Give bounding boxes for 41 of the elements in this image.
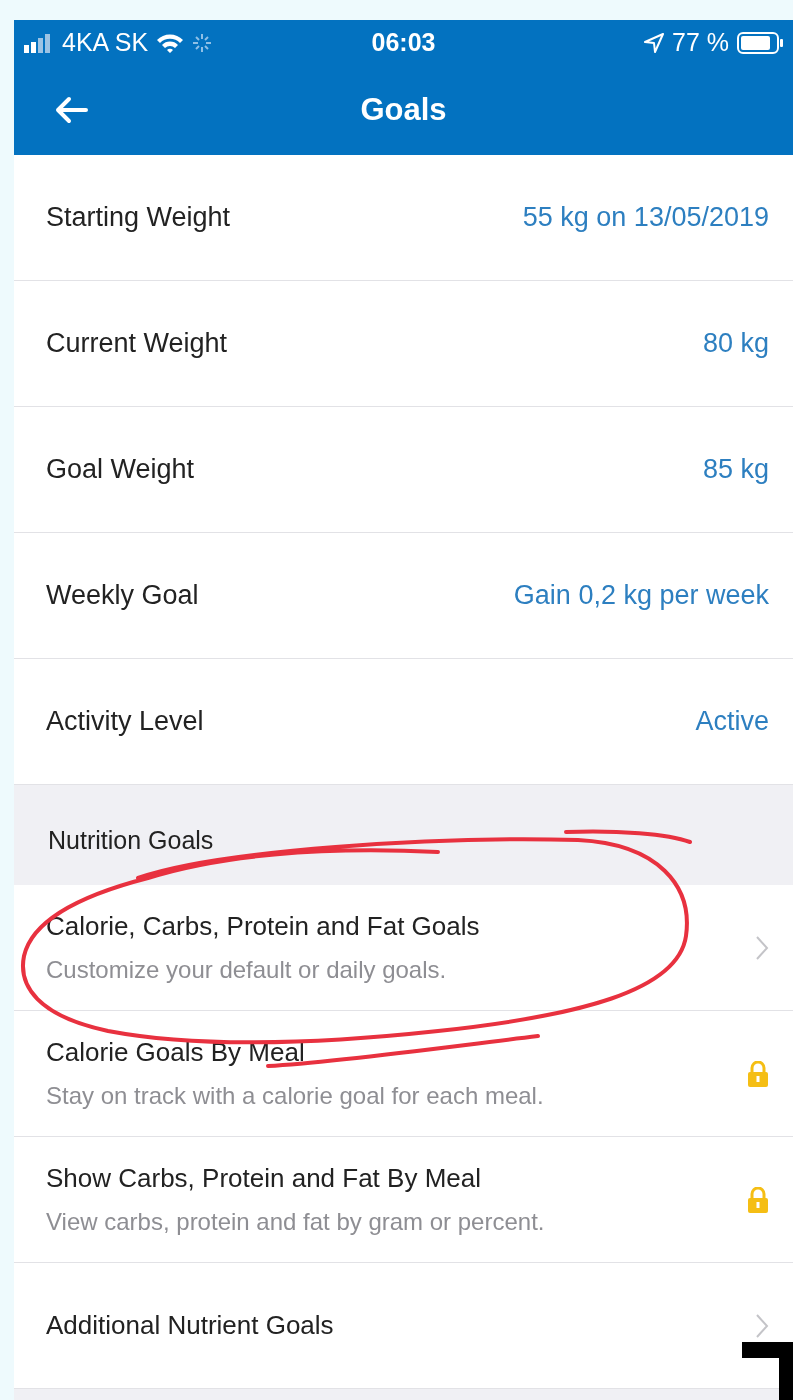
nutrition-goal-row[interactable]: Additional Nutrient Goals: [14, 1263, 793, 1389]
settings-row[interactable]: Weekly Goal Gain 0,2 kg per week: [14, 533, 793, 659]
row-subtitle: Stay on track with a calorie goal for each meal.: [46, 1081, 544, 1111]
lock-icon: [747, 1186, 769, 1213]
settings-row[interactable]: Activity Level Active: [14, 659, 793, 785]
chevron-right-icon: [755, 1312, 769, 1339]
row-value: Active: [695, 705, 769, 739]
location-arrow-icon: [644, 32, 664, 53]
settings-row[interactable]: Starting Weight 55 kg on 13/05/2019: [14, 155, 793, 281]
row-label: Starting Weight: [46, 201, 231, 235]
row-title: Calorie Goals By Meal: [46, 1036, 306, 1069]
row-label: Activity Level: [46, 705, 204, 739]
status-time: 06:03: [371, 26, 436, 58]
corner-mark: [742, 1342, 793, 1400]
row-subtitle: Customize your default or daily goals.: [46, 955, 448, 985]
activity-spinner-icon: [192, 32, 213, 53]
row-value: Gain 0,2 kg per week: [513, 579, 769, 613]
row-title: Calorie, Carbs, Protein and Fat Goals: [46, 910, 480, 943]
settings-row[interactable]: Goal Weight 85 kg: [14, 407, 793, 533]
row-title: Show Carbs, Protein and Fat By Meal: [46, 1162, 482, 1195]
battery-percent: 77 %: [672, 26, 729, 58]
section-header: Nutrition Goals: [47, 824, 215, 856]
wifi-icon: [156, 32, 185, 53]
nutrition-goal-row[interactable]: Calorie Goals By Meal Stay on track with a calorie goal for each meal.: [14, 1011, 793, 1137]
screen-title: Goals: [360, 90, 447, 129]
nutrition-goal-row[interactable]: Calorie, Carbs, Protein and Fat Goals Customize your default or daily goals.: [14, 885, 793, 1011]
row-value: 85 kg: [702, 453, 769, 487]
lock-icon: [747, 1060, 769, 1087]
battery-icon: [737, 31, 783, 54]
row-title: Additional Nutrient Goals: [46, 1309, 334, 1342]
row-label: Weekly Goal: [46, 579, 199, 613]
back-arrow-icon: [54, 96, 88, 124]
carrier-name: 4KA SK: [62, 26, 149, 58]
row-label: Current Weight: [46, 327, 228, 361]
nutrition-goal-row[interactable]: Show Carbs, Protein and Fat By Meal View carbs, protein and fat by gram or percent.: [14, 1137, 793, 1263]
row-value: 55 kg on 13/05/2019: [522, 201, 769, 235]
row-value: 80 kg: [702, 327, 769, 361]
row-label: Goal Weight: [46, 453, 195, 487]
chevron-right-icon: [755, 934, 769, 961]
row-subtitle: View carbs, protein and fat by gram or percent.: [46, 1207, 545, 1237]
settings-row[interactable]: Current Weight 80 kg: [14, 281, 793, 407]
